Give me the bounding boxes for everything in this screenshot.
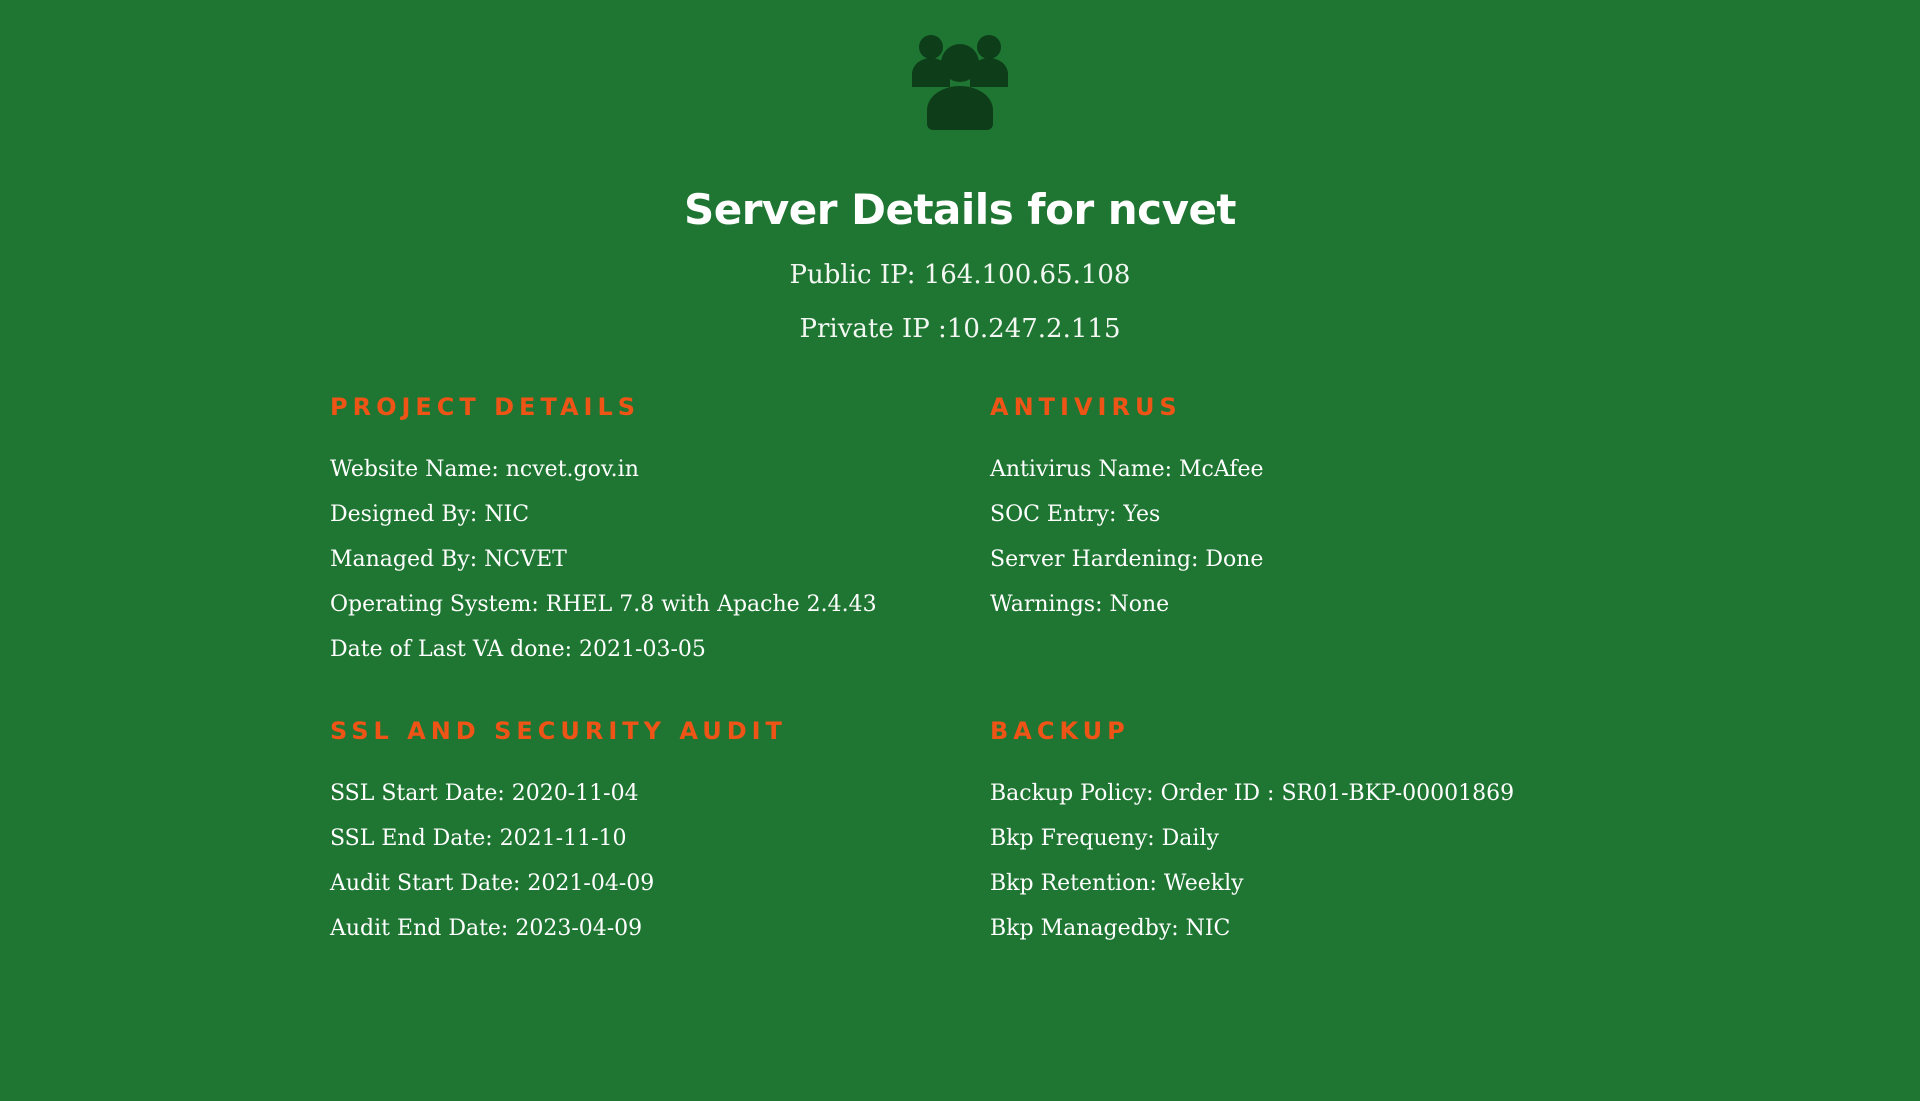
list-item-website-name: Website Name: ncvet.gov.in bbox=[330, 457, 639, 482]
private-ip: Private IP :10.247.2.115 bbox=[799, 314, 1121, 344]
antivirus-list: Antivirus Name: McAfee SOC Entry: Yes Se… bbox=[990, 447, 1630, 627]
page-header: Server Details for ncvet Public IP: 164.… bbox=[0, 32, 1920, 356]
ssl-security-audit-section: SSL AND SECURITY AUDIT SSL Start Date: 2… bbox=[330, 717, 970, 951]
list-item-operating-system: Operating System: RHEL 7.8 with Apache 2… bbox=[330, 592, 877, 617]
list-item-antivirus-name: Antivirus Name: McAfee bbox=[990, 457, 1264, 482]
ssl-security-audit-list: SSL Start Date: 2020-11-04 SSL End Date:… bbox=[330, 771, 970, 951]
list-item-ssl-start-date: SSL Start Date: 2020-11-04 bbox=[330, 781, 639, 806]
section-heading-project-details: PROJECT DETAILS bbox=[330, 393, 641, 421]
list-item-backup-frequency: Bkp Frequeny: Daily bbox=[990, 826, 1219, 851]
list-item-server-hardening: Server Hardening: Done bbox=[990, 547, 1264, 572]
backup-section: BACKUP Backup Policy: Order ID : SR01-BK… bbox=[990, 717, 1630, 951]
project-details-list: Website Name: ncvet.gov.in Designed By: … bbox=[330, 447, 970, 672]
list-item-last-va-date: Date of Last VA done: 2021-03-05 bbox=[330, 637, 706, 662]
list-item-designed-by: Designed By: NIC bbox=[330, 502, 530, 527]
list-item-backup-policy: Backup Policy: Order ID : SR01-BKP-00001… bbox=[990, 781, 1515, 806]
users-group-icon bbox=[912, 35, 1008, 130]
section-heading-antivirus: ANTIVIRUS bbox=[990, 393, 1182, 421]
list-item-managed-by: Managed By: NCVET bbox=[330, 547, 567, 572]
public-ip: Public IP: 164.100.65.108 bbox=[789, 260, 1131, 290]
section-heading-ssl-security-audit: SSL AND SECURITY AUDIT bbox=[330, 717, 787, 745]
list-item-warnings: Warnings: None bbox=[990, 592, 1170, 617]
list-item-backup-managed-by: Bkp Managedby: NIC bbox=[990, 916, 1231, 941]
list-item-audit-end-date: Audit End Date: 2023-04-09 bbox=[330, 916, 643, 941]
backup-list: Backup Policy: Order ID : SR01-BKP-00001… bbox=[990, 771, 1630, 951]
antivirus-section: ANTIVIRUS Antivirus Name: McAfee SOC Ent… bbox=[990, 393, 1630, 627]
list-item-soc-entry: SOC Entry: Yes bbox=[990, 502, 1161, 527]
section-heading-backup: BACKUP bbox=[990, 717, 1130, 745]
list-item-audit-start-date: Audit Start Date: 2021-04-09 bbox=[330, 871, 655, 896]
server-details-page: Server Details for ncvet Public IP: 164.… bbox=[0, 0, 1920, 1101]
list-item-backup-retention: Bkp Retention: Weekly bbox=[990, 871, 1244, 896]
project-details-section: PROJECT DETAILS Website Name: ncvet.gov.… bbox=[330, 393, 970, 672]
page-title: Server Details for ncvet bbox=[683, 185, 1237, 234]
list-item-ssl-end-date: SSL End Date: 2021-11-10 bbox=[330, 826, 627, 851]
